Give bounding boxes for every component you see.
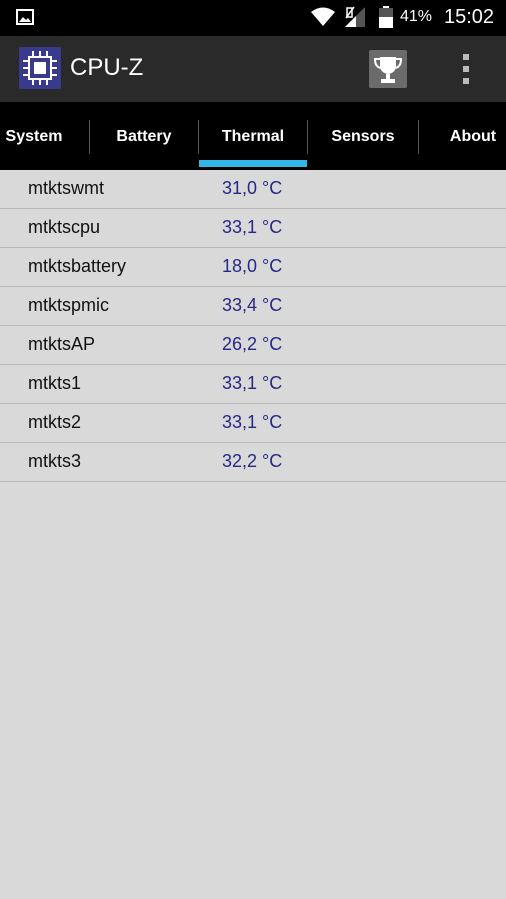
list-item: mtktscpu 33,1 °C [0, 209, 506, 248]
cpu-chip-icon [19, 47, 61, 89]
signal-icon [345, 6, 365, 27]
sensor-value: 26,2 °C [222, 334, 283, 354]
tab-system[interactable]: System [0, 102, 68, 170]
sensor-name: mtkts1 [28, 373, 82, 393]
trophy-button[interactable] [369, 50, 407, 88]
sensor-value: 32,2 °C [222, 451, 283, 471]
sensor-name: mtktsbattery [28, 256, 127, 276]
thermal-list: mtktswmt 31,0 °C mtktscpu 33,1 °C mtktsb… [0, 170, 506, 482]
list-item: mtktswmt 31,0 °C [0, 170, 506, 209]
battery-icon [379, 6, 393, 28]
battery-percent: 41% [400, 8, 433, 25]
trophy-icon [373, 57, 403, 83]
list-item: mtktsAP 26,2 °C [0, 326, 506, 365]
tab-battery[interactable]: Battery [90, 102, 198, 170]
sensor-value: 31,0 °C [222, 178, 283, 198]
tab-separator [418, 120, 419, 154]
status-bar: 41% 15:02 [0, 0, 506, 36]
tab-sensors[interactable]: Sensors [308, 102, 418, 170]
list-item: mtkts1 33,1 °C [0, 365, 506, 404]
gallery-icon [16, 9, 34, 25]
sensor-name: mtkts3 [28, 451, 82, 471]
app-title: CPU-Z [70, 54, 144, 81]
more-vert-icon [463, 54, 469, 84]
app-bar: CPU-Z [0, 36, 506, 102]
tab-about[interactable]: About [440, 102, 506, 170]
sensor-value: 33,1 °C [222, 217, 283, 237]
list-item: mtkts3 32,2 °C [0, 443, 506, 482]
list-item: mtktspmic 33,4 °C [0, 287, 506, 326]
sensor-value: 33,1 °C [222, 373, 283, 393]
list-item: mtkts2 33,1 °C [0, 404, 506, 443]
sensor-name: mtktspmic [28, 295, 109, 315]
sensor-name: mtktscpu [28, 217, 101, 237]
sensor-value: 33,1 °C [222, 412, 283, 432]
sensor-value: 18,0 °C [222, 256, 283, 276]
more-options-button[interactable] [452, 50, 480, 88]
selected-tab-indicator [199, 160, 307, 167]
sensor-name: mtktsAP [28, 334, 96, 354]
wifi-icon [311, 7, 335, 26]
list-item: mtktsbattery 18,0 °C [0, 248, 506, 287]
sensor-name: mtkts2 [28, 412, 82, 432]
clock: 15:02 [444, 6, 495, 28]
sensor-value: 33,4 °C [222, 295, 283, 315]
sensor-name: mtktswmt [28, 178, 104, 198]
